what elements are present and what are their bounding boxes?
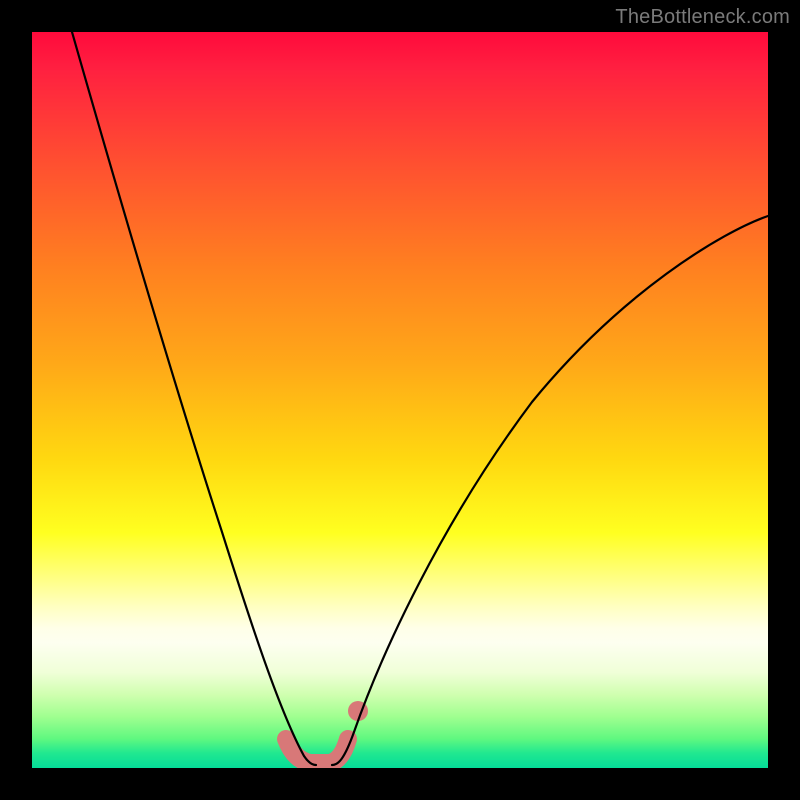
valley-highlight-stroke [286,739,348,763]
curve-left [72,32,316,765]
curve-right [332,216,768,765]
chart-svg [32,32,768,768]
watermark-text: TheBottleneck.com [615,6,790,29]
